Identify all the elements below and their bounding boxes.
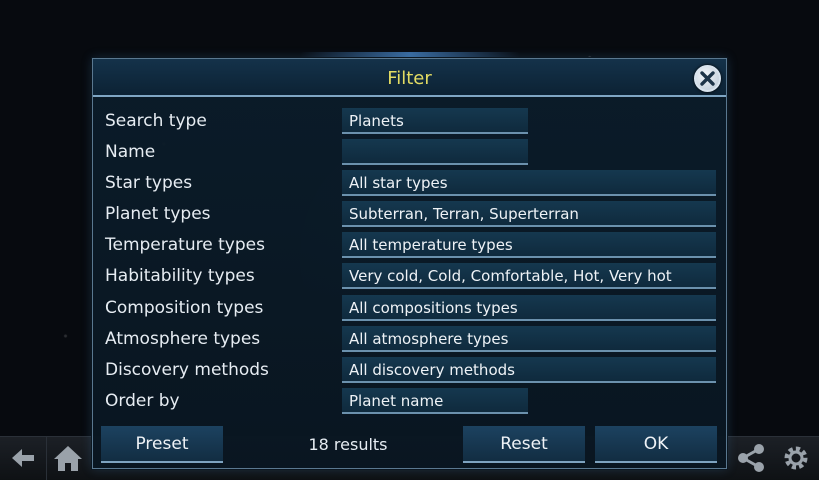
star-types-field[interactable]: All star types	[342, 170, 716, 196]
reset-button[interactable]: Reset	[463, 426, 585, 463]
planet-types-field[interactable]: Subterran, Terran, Superterran	[342, 201, 716, 227]
temperature-types-label: Temperature types	[105, 235, 265, 255]
temperature-types-field[interactable]: All temperature types	[342, 232, 716, 258]
order-by-field[interactable]: Planet name	[342, 388, 528, 414]
name-input[interactable]	[342, 139, 528, 165]
results-count: 18 results	[308, 435, 388, 454]
name-label: Name	[105, 142, 156, 162]
order-by-label: Order by	[105, 391, 180, 411]
share-icon[interactable]	[733, 439, 769, 477]
dialog-title: Filter	[387, 68, 432, 89]
close-button[interactable]	[694, 65, 721, 92]
close-icon	[700, 71, 715, 86]
preset-button[interactable]: Preset	[101, 426, 223, 463]
filter-dialog: Filter Search type Planets Name Star typ…	[92, 58, 727, 469]
habitability-types-field[interactable]: Very cold, Cold, Comfortable, Hot, Very …	[342, 263, 716, 289]
composition-types-field[interactable]: All compositions types	[342, 295, 716, 321]
search-type-field[interactable]: Planets	[342, 108, 528, 134]
atmosphere-types-field[interactable]: All atmosphere types	[342, 326, 716, 352]
habitability-types-label: Habitability types	[105, 266, 255, 286]
composition-types-label: Composition types	[105, 298, 264, 318]
home-icon[interactable]	[50, 439, 86, 477]
star-types-label: Star types	[105, 173, 193, 193]
ok-button[interactable]: OK	[595, 426, 717, 463]
discovery-methods-label: Discovery methods	[105, 360, 269, 380]
planet-types-label: Planet types	[105, 204, 211, 224]
discovery-methods-field[interactable]: All discovery methods	[342, 357, 716, 383]
search-type-label: Search type	[105, 111, 207, 131]
gear-icon[interactable]	[778, 439, 814, 477]
app-screen: Filter Search type Planets Name Star typ…	[0, 0, 819, 480]
back-arrow-icon[interactable]	[5, 439, 41, 477]
dialog-title-bar: Filter	[93, 59, 726, 97]
atmosphere-types-label: Atmosphere types	[105, 329, 261, 349]
